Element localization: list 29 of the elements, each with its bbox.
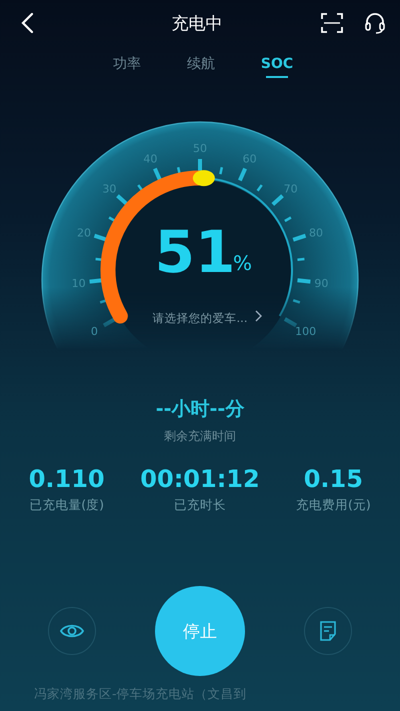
soc-value: 51: [154, 218, 236, 286]
headset-icon: [364, 12, 386, 34]
back-button[interactable]: [20, 12, 34, 34]
stat-value: 00:01:12: [140, 465, 260, 493]
tab[interactable]: 功率: [112, 46, 141, 80]
tab[interactable]: SOC: [260, 46, 294, 80]
station-name: 冯家湾服务区-停车场充电站（文昌到: [34, 686, 247, 703]
back-icon: [20, 12, 34, 34]
record-button[interactable]: [304, 607, 352, 655]
soc-unit: %: [233, 251, 252, 275]
stat-label: 已充时长: [174, 497, 226, 514]
scan-icon: [320, 12, 344, 34]
scan-button[interactable]: [320, 12, 344, 34]
scale-label: 100: [295, 325, 316, 338]
tab[interactable]: 续航: [186, 46, 215, 80]
stat-label: 已充电量(度): [29, 497, 104, 514]
remaining-label: 剩余充满时间: [164, 428, 236, 445]
chevron-icon[interactable]: [256, 310, 262, 322]
note-icon: [319, 621, 337, 641]
window-title: 充电中: [170, 12, 224, 34]
car-prompt[interactable]: 请选择您的爱车...: [152, 311, 248, 325]
stat-value: 0.110: [28, 465, 105, 493]
stat-value: 0.15: [304, 465, 363, 493]
view-button[interactable]: [48, 607, 96, 655]
remaining-time: --小时--分: [156, 397, 244, 422]
support-button[interactable]: [364, 12, 386, 34]
scale-label: 0: [90, 325, 98, 338]
stat-label: 充电费用(元): [296, 497, 371, 514]
eye-icon: [60, 623, 84, 639]
